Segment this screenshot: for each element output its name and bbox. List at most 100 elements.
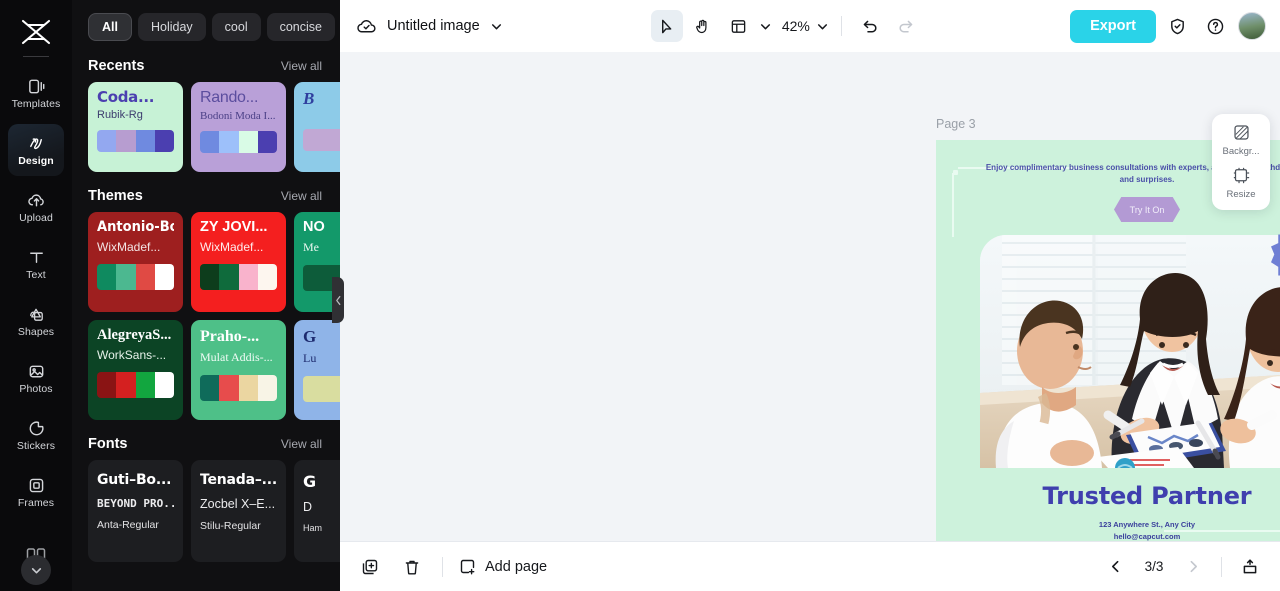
swatch-strip: [200, 374, 277, 401]
help-circle-icon[interactable]: [1200, 10, 1232, 42]
try-it-on-button[interactable]: Try It On: [1114, 197, 1180, 222]
fonts-header: Fonts View all: [72, 420, 340, 460]
duplicate-page-button[interactable]: [356, 553, 384, 581]
font-card[interactable]: Tenada–... Zocbel X–E... Stilu-Regular: [191, 460, 286, 562]
sidebar-item-label: Photos: [19, 382, 53, 395]
sidebar-item-stickers[interactable]: Stickers: [8, 409, 64, 461]
chip-concise[interactable]: concise: [266, 13, 335, 41]
zoom-level-value[interactable]: 42%: [782, 18, 810, 34]
title-dropdown-caret-icon[interactable]: [490, 20, 503, 33]
swatch-strip: [303, 375, 340, 402]
sidebar-item-label: Stickers: [16, 439, 56, 452]
sidebar-item-label: Shapes: [17, 325, 55, 338]
add-page-button[interactable]: Add page: [459, 558, 547, 576]
font-card-line3: Stilu-Regular: [200, 520, 261, 532]
theme-card[interactable]: Antonio-Bold WixMadef...: [88, 212, 183, 312]
theme-card-title: ZY JOVI...: [200, 220, 268, 235]
theme-card-subtitle: Me: [303, 239, 319, 254]
themes-row-2: AlegreyaS... WorkSans-... Praho-... Mula…: [88, 320, 340, 420]
recents-header: Recents View all: [72, 52, 340, 82]
theme-card-title: Praho-...: [200, 328, 260, 345]
resize-icon: [1232, 166, 1251, 185]
recent-card[interactable]: B: [294, 82, 340, 172]
toolbar-right-group: Export: [1070, 9, 1266, 43]
sidebar-item-upload[interactable]: Upload: [8, 181, 64, 233]
sidebar-item-photos[interactable]: Photos: [8, 352, 64, 404]
layout-dropdown-caret-icon[interactable]: [759, 20, 772, 33]
background-label: Backgr...: [1222, 146, 1260, 157]
expand-panel-button[interactable]: [1236, 553, 1264, 581]
sidebar-item-label: Text: [26, 268, 46, 281]
theme-card-subtitle: WorkSans-...: [97, 347, 167, 362]
sidebar-item-frames[interactable]: Frames: [8, 466, 64, 518]
toolbar-left-group: Untitled image: [356, 16, 503, 37]
chip-all[interactable]: All: [88, 13, 132, 41]
recent-card[interactable]: Coda... Rubik-Rg: [88, 82, 183, 172]
fonts-view-all[interactable]: View all: [281, 437, 322, 451]
theme-card[interactable]: Praho-... Mulat Addis-...: [191, 320, 286, 420]
canvas-area[interactable]: Page 3 Enjoy complimentary business cons…: [340, 52, 1280, 541]
font-card-line3: Ham: [303, 523, 323, 533]
theme-card[interactable]: ZY JOVI... WixMadef...: [191, 212, 286, 312]
add-page-icon: [459, 558, 477, 576]
recents-view-all[interactable]: View all: [281, 59, 322, 73]
background-button[interactable]: Backgr...: [1212, 123, 1270, 157]
recents-row: Coda... Rubik-Rg Rando... Bodoni Moda I.…: [88, 82, 340, 172]
font-card[interactable]: G D Ham: [294, 460, 340, 562]
export-label: Export: [1090, 18, 1136, 34]
recent-card-title: Coda...: [97, 90, 155, 106]
chip-cool[interactable]: cool: [211, 13, 261, 41]
toolbar-center-group: 42%: [650, 10, 922, 42]
background-icon: [1232, 123, 1251, 142]
canvas-side-panel: Backgr... Resize: [1212, 114, 1270, 210]
chip-label: concise: [279, 20, 322, 34]
design-address: 123 Anywhere St., Any City: [1098, 520, 1196, 529]
resize-label: Resize: [1226, 189, 1256, 200]
prev-page-button[interactable]: [1101, 553, 1129, 581]
theme-card[interactable]: G Lu: [294, 320, 340, 420]
themes-view-all[interactable]: View all: [281, 189, 322, 203]
document-title[interactable]: Untitled image: [387, 18, 480, 34]
chip-holiday[interactable]: Holiday: [137, 13, 206, 41]
panel-collapse-handle[interactable]: [332, 277, 344, 323]
zoom-dropdown-caret-icon[interactable]: [816, 20, 829, 33]
resize-button[interactable]: Resize: [1212, 166, 1270, 200]
fonts-row-wrap: Guti–Bo... BEYOND PRO... Anta-Regular Te…: [72, 460, 340, 562]
theme-card[interactable]: AlegreyaS... WorkSans-...: [88, 320, 183, 420]
design-headline[interactable]: Trusted Partner: [936, 482, 1280, 510]
font-card-line1: Tenada–...: [200, 472, 277, 488]
user-avatar[interactable]: [1237, 12, 1266, 40]
recent-card[interactable]: Rando... Bodoni Moda I...: [191, 82, 286, 172]
rail-more-button[interactable]: [21, 555, 51, 585]
theme-card-subtitle: WixMadef...: [97, 239, 161, 254]
delete-page-button[interactable]: [398, 553, 426, 581]
export-button[interactable]: Export: [1070, 9, 1156, 43]
font-card[interactable]: Guti–Bo... BEYOND PRO... Anta-Regular: [88, 460, 183, 562]
theme-card-title: Antonio-Bold: [97, 220, 174, 235]
select-tool-button[interactable]: [650, 10, 683, 42]
capcut-logo-icon[interactable]: [14, 14, 58, 50]
bottom-right-group: 3/3: [1101, 553, 1264, 581]
font-card-line1: Guti–Bo...: [97, 472, 172, 488]
app-root: Templates Design Upload Text Shapes Phot…: [0, 0, 1280, 591]
layout-tool-button[interactable]: [723, 10, 755, 42]
sidebar-item-templates[interactable]: Templates: [8, 67, 64, 119]
theme-card-subtitle: WixMadef...: [200, 239, 264, 254]
recent-card-subtitle: Bodoni Moda I...: [200, 109, 276, 122]
shield-check-icon[interactable]: [1162, 10, 1194, 42]
sidebar-item-shapes[interactable]: Shapes: [8, 295, 64, 347]
sidebar-item-design[interactable]: Design: [8, 124, 64, 176]
undo-button[interactable]: [854, 10, 886, 42]
page-counter: 3/3: [1144, 559, 1164, 574]
recent-card-title: B: [303, 90, 315, 108]
redo-button[interactable]: [890, 10, 922, 42]
next-page-button[interactable]: [1179, 553, 1207, 581]
sidebar-item-text[interactable]: Text: [8, 238, 64, 290]
hand-tool-button[interactable]: [687, 10, 719, 42]
font-card-line1: G: [303, 472, 316, 491]
theme-card-subtitle: Mulat Addis-...: [200, 349, 273, 364]
try-it-on-label: Try It On: [1129, 204, 1165, 215]
design-email: hello@capcut.com: [1113, 532, 1181, 541]
business-meeting-photo[interactable]: [980, 235, 1280, 468]
theme-card-title: AlegreyaS...: [97, 328, 172, 343]
